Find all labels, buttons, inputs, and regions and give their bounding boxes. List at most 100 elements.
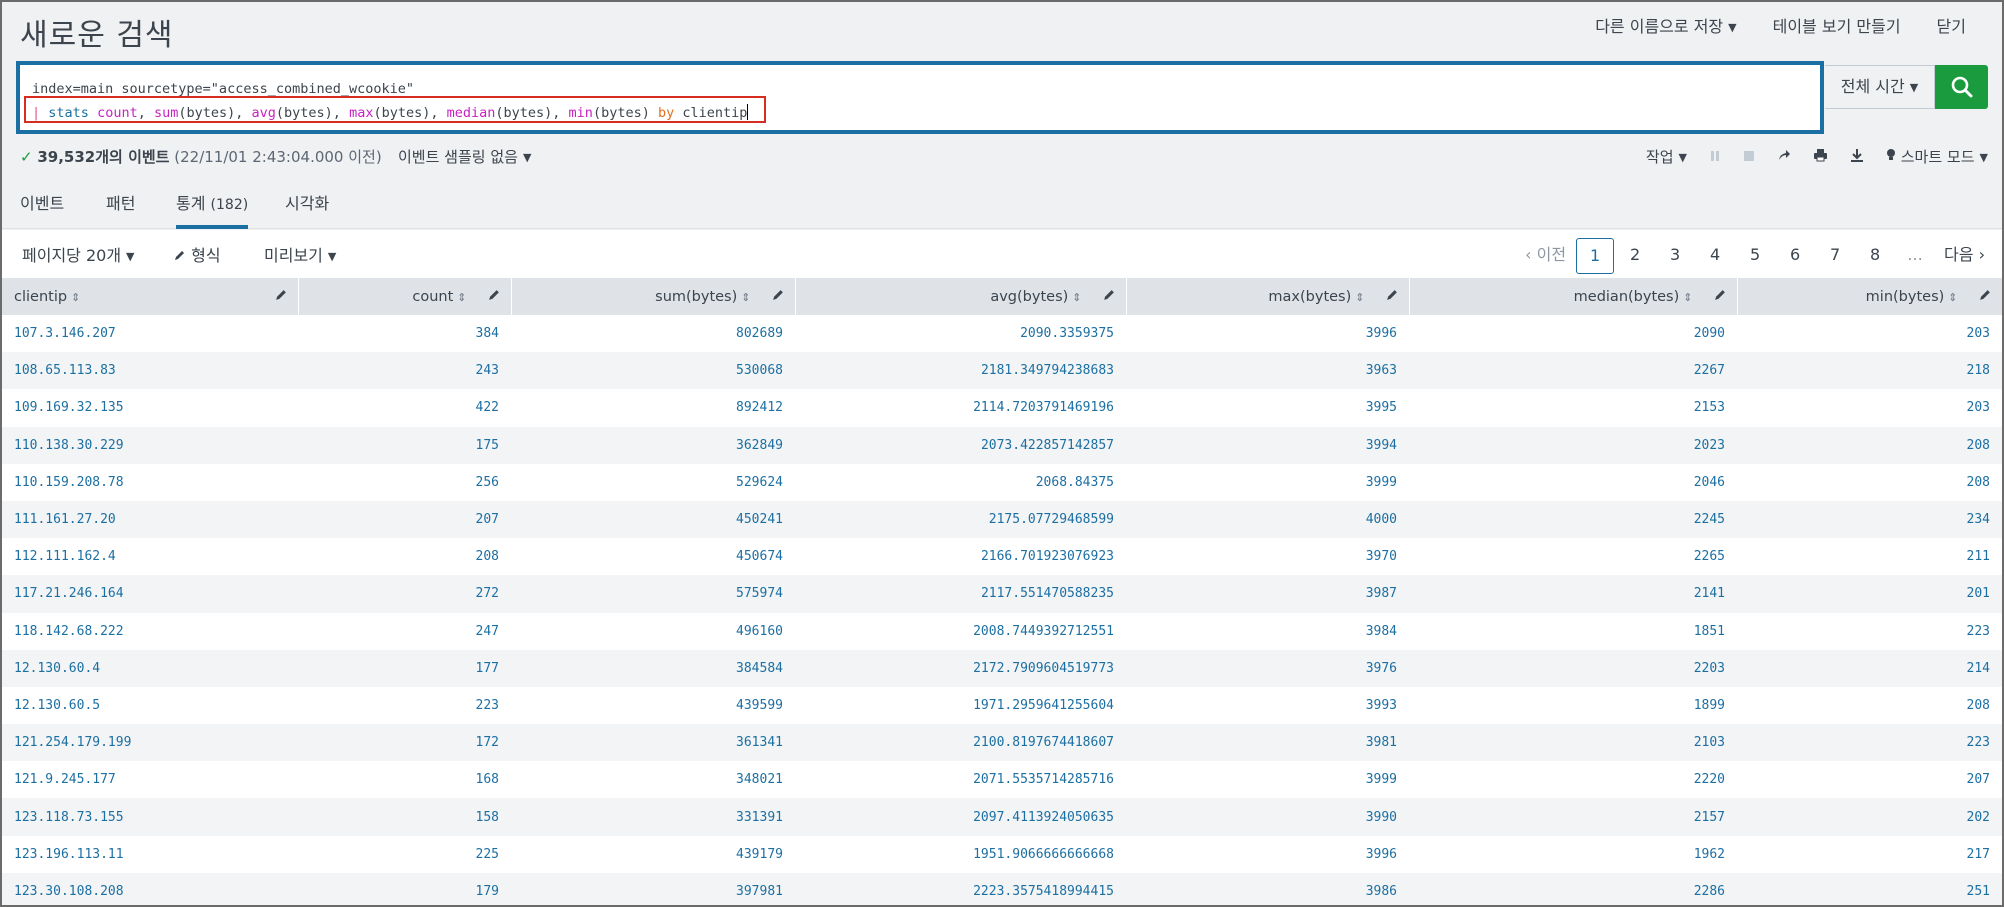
table-cell[interactable]: 362849 bbox=[511, 426, 795, 464]
table-cell[interactable]: 3963 bbox=[1126, 352, 1409, 390]
table-cell[interactable]: 3984 bbox=[1126, 612, 1409, 650]
page-button[interactable]: 7 bbox=[1816, 238, 1854, 274]
table-cell[interactable]: 2068.84375 bbox=[795, 463, 1126, 501]
save-as-button[interactable]: 다른 이름으로 저장 ▼ bbox=[1577, 14, 1754, 41]
table-cell[interactable]: 110.138.30.229 bbox=[2, 426, 298, 464]
table-cell[interactable]: 217 bbox=[1737, 835, 2002, 873]
table-cell[interactable]: 2100.8197674418607 bbox=[795, 724, 1126, 762]
table-cell[interactable]: 439179 bbox=[511, 835, 795, 873]
sort-icon[interactable]: ⇕ bbox=[1355, 291, 1364, 304]
table-cell[interactable]: 2157 bbox=[1409, 798, 1737, 836]
table-cell[interactable]: 223 bbox=[1737, 612, 2002, 650]
table-cell[interactable]: 218 bbox=[1737, 352, 2002, 390]
table-cell[interactable]: 529624 bbox=[511, 463, 795, 501]
table-cell[interactable]: 2097.4113924050635 bbox=[795, 798, 1126, 836]
table-cell[interactable]: 2245 bbox=[1409, 500, 1737, 539]
table-cell[interactable]: 4000 bbox=[1126, 500, 1409, 539]
table-cell[interactable]: 3981 bbox=[1126, 724, 1409, 762]
table-cell[interactable]: 203 bbox=[1737, 389, 2002, 427]
table-cell[interactable]: 2023 bbox=[1409, 426, 1737, 464]
time-range-picker[interactable]: 전체 시간 ▼ bbox=[1825, 65, 1935, 109]
table-cell[interactable]: 3976 bbox=[1126, 649, 1409, 687]
page-button[interactable]: 1 bbox=[1576, 238, 1615, 274]
table-cell[interactable]: 496160 bbox=[511, 612, 795, 650]
table-cell[interactable]: 2153 bbox=[1409, 389, 1737, 427]
table-cell[interactable]: 123.30.108.208 bbox=[2, 872, 298, 905]
job-menu[interactable]: 작업 ▼ bbox=[1646, 146, 1687, 167]
table-cell[interactable]: 172 bbox=[298, 724, 511, 762]
table-cell[interactable]: 118.142.68.222 bbox=[2, 612, 298, 650]
table-cell[interactable]: 3986 bbox=[1126, 872, 1409, 905]
table-cell[interactable]: 208 bbox=[1737, 686, 2002, 725]
table-cell[interactable]: 530068 bbox=[511, 352, 795, 390]
table-cell[interactable]: 3995 bbox=[1126, 389, 1409, 427]
table-cell[interactable]: 384 bbox=[298, 315, 511, 353]
table-cell[interactable]: 117.21.246.164 bbox=[2, 575, 298, 613]
export-icon[interactable] bbox=[1850, 148, 1864, 166]
table-cell[interactable]: 179 bbox=[298, 872, 511, 905]
table-cell[interactable]: 110.159.208.78 bbox=[2, 463, 298, 501]
table-cell[interactable]: 3996 bbox=[1126, 835, 1409, 873]
table-cell[interactable]: 2267 bbox=[1409, 352, 1737, 390]
table-cell[interactable]: 2046 bbox=[1409, 463, 1737, 501]
tab-events[interactable]: 이벤트 bbox=[20, 193, 64, 229]
pencil-icon[interactable] bbox=[1103, 288, 1116, 301]
table-cell[interactable]: 214 bbox=[1737, 649, 2002, 687]
table-cell[interactable]: 2175.07729468599 bbox=[795, 500, 1126, 539]
table-cell[interactable]: 1899 bbox=[1409, 686, 1737, 725]
column-header[interactable]: sum(bytes) ⇕ bbox=[511, 278, 796, 315]
table-cell[interactable]: 2223.3575418994415 bbox=[795, 872, 1126, 905]
table-cell[interactable]: 234 bbox=[1737, 500, 2002, 539]
column-header[interactable]: avg(bytes) ⇕ bbox=[795, 278, 1127, 315]
format-button[interactable]: 형식 bbox=[174, 242, 221, 266]
table-cell[interactable]: 802689 bbox=[511, 315, 795, 353]
table-cell[interactable]: 2286 bbox=[1409, 872, 1737, 905]
table-cell[interactable]: 2073.422857142857 bbox=[795, 426, 1126, 464]
table-cell[interactable]: 158 bbox=[298, 798, 511, 836]
table-cell[interactable]: 247 bbox=[298, 612, 511, 650]
table-cell[interactable]: 2103 bbox=[1409, 724, 1737, 762]
table-cell[interactable]: 121.9.245.177 bbox=[2, 761, 298, 799]
table-cell[interactable]: 361341 bbox=[511, 724, 795, 762]
table-cell[interactable]: 208 bbox=[1737, 426, 2002, 464]
column-header[interactable]: count ⇕ bbox=[298, 278, 512, 315]
table-cell[interactable]: 397981 bbox=[511, 872, 795, 905]
table-cell[interactable]: 175 bbox=[298, 426, 511, 464]
column-header[interactable]: median(bytes) ⇕ bbox=[1409, 278, 1738, 315]
prev-page-button[interactable]: ‹ 이전 bbox=[1517, 238, 1574, 274]
next-page-button[interactable]: 다음 › bbox=[1936, 238, 1993, 274]
table-cell[interactable]: 12.130.60.5 bbox=[2, 686, 298, 725]
column-header[interactable]: min(bytes) ⇕ bbox=[1737, 278, 2002, 315]
table-cell[interactable]: 272 bbox=[298, 575, 511, 613]
table-cell[interactable]: 208 bbox=[298, 538, 511, 576]
table-cell[interactable]: 2090.3359375 bbox=[795, 315, 1126, 353]
share-icon[interactable] bbox=[1777, 148, 1791, 166]
table-cell[interactable]: 211 bbox=[1737, 538, 2002, 576]
table-cell[interactable]: 575974 bbox=[511, 575, 795, 613]
table-cell[interactable]: 243 bbox=[298, 352, 511, 390]
page-button[interactable]: 5 bbox=[1736, 238, 1774, 274]
table-cell[interactable]: 208 bbox=[1737, 463, 2002, 501]
table-cell[interactable]: 2220 bbox=[1409, 761, 1737, 799]
table-cell[interactable]: 450674 bbox=[511, 538, 795, 576]
table-cell[interactable]: 1962 bbox=[1409, 835, 1737, 873]
table-cell[interactable]: 2265 bbox=[1409, 538, 1737, 576]
page-button[interactable]: 6 bbox=[1776, 238, 1814, 274]
search-input[interactable]: index=main sourcetype="access_combined_w… bbox=[16, 61, 1824, 134]
column-header[interactable]: max(bytes) ⇕ bbox=[1126, 278, 1410, 315]
table-cell[interactable]: 177 bbox=[298, 649, 511, 687]
search-button[interactable] bbox=[1935, 65, 1988, 109]
pencil-icon[interactable] bbox=[1714, 288, 1727, 301]
table-cell[interactable]: 3987 bbox=[1126, 575, 1409, 613]
preview-dropdown[interactable]: 미리보기 ▼ bbox=[264, 242, 336, 266]
sort-icon[interactable]: ⇕ bbox=[457, 291, 466, 304]
table-cell[interactable]: 256 bbox=[298, 463, 511, 501]
page-button[interactable]: 8 bbox=[1856, 238, 1894, 274]
table-cell[interactable]: 2203 bbox=[1409, 649, 1737, 687]
page-button[interactable]: 3 bbox=[1656, 238, 1694, 274]
table-cell[interactable]: 3994 bbox=[1126, 426, 1409, 464]
per-page-dropdown[interactable]: 페이지당 20개 ▼ bbox=[22, 242, 135, 266]
table-cell[interactable]: 2141 bbox=[1409, 575, 1737, 613]
table-cell[interactable]: 3993 bbox=[1126, 686, 1409, 725]
pencil-icon[interactable] bbox=[275, 288, 288, 301]
